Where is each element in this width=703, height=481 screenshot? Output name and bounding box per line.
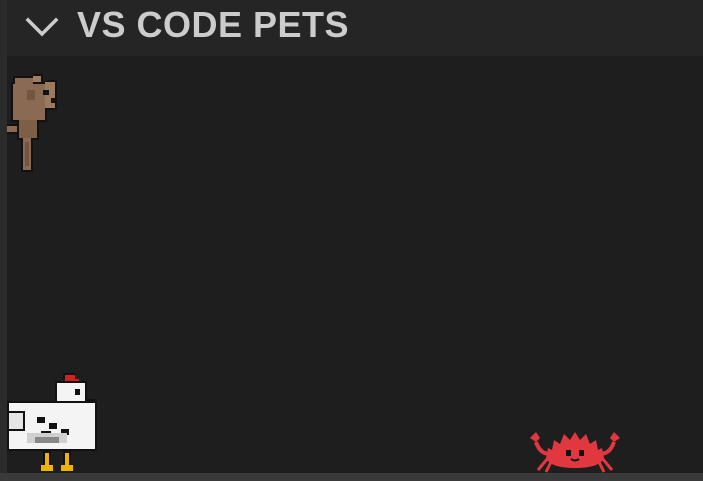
activity-bar-edge <box>0 0 7 481</box>
chevron-down-icon[interactable] <box>25 10 59 44</box>
floor <box>0 473 703 481</box>
crab-pet[interactable] <box>526 428 624 474</box>
chicken-pet[interactable] <box>7 371 103 475</box>
dog-pet[interactable] <box>7 72 59 176</box>
pet-playground <box>7 56 703 473</box>
pets-panel: VS CODE PETS <box>0 0 703 481</box>
panel-header[interactable]: VS CODE PETS <box>7 0 703 56</box>
panel-title: VS CODE PETS <box>77 4 350 45</box>
